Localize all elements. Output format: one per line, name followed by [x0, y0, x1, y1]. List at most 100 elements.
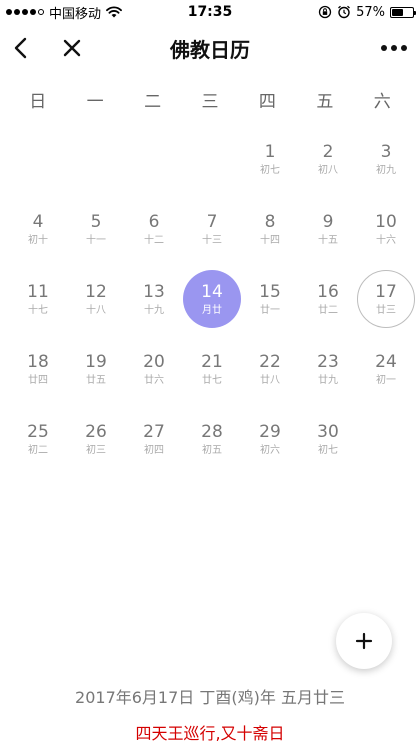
- empty-day-cell: [125, 124, 183, 194]
- day-cell[interactable]: 19 廿五: [67, 334, 125, 404]
- empty-day-cell: [67, 124, 125, 194]
- day-number: 15: [259, 281, 281, 302]
- battery-fill: [392, 8, 404, 16]
- day-circle: 1 初七: [241, 130, 299, 188]
- day-cell[interactable]: 6 十二: [125, 194, 183, 264]
- day-circle: 30 初七: [299, 410, 357, 468]
- day-number: 21: [201, 351, 223, 372]
- empty-day-cell: [9, 124, 67, 194]
- day-cell[interactable]: 14 月廿: [183, 264, 241, 334]
- weekday-thu: 四: [258, 92, 276, 112]
- day-number: 29: [259, 421, 281, 442]
- day-cell[interactable]: 24 初一: [357, 334, 415, 404]
- day-circle: 22 廿八: [241, 340, 299, 398]
- day-cell[interactable]: 5 十一: [67, 194, 125, 264]
- day-cell[interactable]: 16 廿二: [299, 264, 357, 334]
- nav-bar: 佛教日历: [0, 24, 420, 72]
- day-number: 12: [85, 281, 107, 302]
- lunar-date: 初九: [376, 164, 396, 176]
- back-button[interactable]: [6, 34, 34, 62]
- add-button[interactable]: [336, 613, 392, 669]
- day-cell[interactable]: 18 廿四: [9, 334, 67, 404]
- day-number: 2: [322, 141, 334, 162]
- day-cell[interactable]: 17 廿三: [357, 264, 415, 334]
- day-number: 6: [148, 211, 160, 232]
- weekday-sun: 日: [29, 92, 47, 112]
- day-number: 7: [206, 211, 218, 232]
- day-cell[interactable]: 8 十四: [241, 194, 299, 264]
- day-circle: 15 廿一: [241, 270, 299, 328]
- close-icon: [63, 39, 81, 57]
- signal-dots-icon: [6, 9, 44, 15]
- day-cell[interactable]: 23 廿九: [299, 334, 357, 404]
- day-number: 27: [143, 421, 165, 442]
- lunar-date: 廿八: [260, 374, 280, 386]
- day-circle: 8 十四: [241, 200, 299, 258]
- day-cell[interactable]: 3 初九: [357, 124, 415, 194]
- lunar-date: 初七: [260, 164, 280, 176]
- day-cell[interactable]: 13 十九: [125, 264, 183, 334]
- weekday-sat: 六: [373, 92, 391, 112]
- lunar-date: 十六: [376, 234, 396, 246]
- orientation-lock-icon: [318, 5, 332, 19]
- day-cell[interactable]: 1 初七: [241, 124, 299, 194]
- back-arrow-icon: [14, 37, 27, 59]
- day-cell[interactable]: 12 十八: [67, 264, 125, 334]
- day-circle: 4 初十: [9, 200, 67, 258]
- selected-date-info: 2017年6月17日 丁酉(鸡)年 五月廿三: [75, 688, 345, 707]
- day-cell[interactable]: 2 初八: [299, 124, 357, 194]
- weekday-wed: 三: [201, 92, 219, 112]
- today-marker: 14 月廿: [183, 270, 241, 328]
- day-cell[interactable]: 27 初四: [125, 404, 183, 474]
- lunar-date: 廿一: [260, 304, 280, 316]
- day-cell[interactable]: 20 廿六: [125, 334, 183, 404]
- day-cell[interactable]: 10 十六: [357, 194, 415, 264]
- day-circle: 3 初九: [357, 130, 415, 188]
- lunar-date: 廿三: [376, 304, 396, 316]
- lunar-date: 十八: [86, 304, 106, 316]
- day-number: 4: [32, 211, 44, 232]
- lunar-date: 初一: [376, 374, 396, 386]
- day-circle: 10 十六: [357, 200, 415, 258]
- day-cell[interactable]: 25 初二: [9, 404, 67, 474]
- day-circle: 19 廿五: [67, 340, 125, 398]
- more-button[interactable]: [380, 34, 408, 62]
- day-cell[interactable]: 22 廿八: [241, 334, 299, 404]
- wifi-icon: [106, 6, 122, 18]
- lunar-date: 初六: [260, 444, 280, 456]
- weekday-header: 日 一 二 三 四 五 六: [9, 84, 411, 120]
- day-cell[interactable]: 9 十五: [299, 194, 357, 264]
- day-cell[interactable]: 11 十七: [9, 264, 67, 334]
- day-number: 14: [201, 281, 223, 302]
- day-cell[interactable]: 30 初七: [299, 404, 357, 474]
- day-number: 1: [264, 141, 276, 162]
- weekday-tue: 二: [144, 92, 162, 112]
- battery-icon: [390, 6, 416, 18]
- day-number: 24: [375, 351, 397, 372]
- day-number: 20: [143, 351, 165, 372]
- calendar-grid: 1 初七 2 初八 3 初九 4 初十 5 十一 6 十二 7 十三 8 十四 9 十五 10 十六 11 十七 12 十八 1…: [9, 124, 415, 474]
- day-cell[interactable]: 28 初五: [183, 404, 241, 474]
- lunar-date: 初二: [28, 444, 48, 456]
- day-number: 23: [317, 351, 339, 372]
- day-cell[interactable]: 21 廿七: [183, 334, 241, 404]
- close-button[interactable]: [58, 34, 86, 62]
- lunar-date: 十二: [144, 234, 164, 246]
- alarm-icon: [338, 5, 351, 19]
- day-cell[interactable]: 29 初六: [241, 404, 299, 474]
- day-cell[interactable]: 7 十三: [183, 194, 241, 264]
- carrier-label: 中国移动: [49, 6, 102, 22]
- status-bar: 中国移动 17:35 57%: [0, 0, 420, 24]
- day-circle: 27 初四: [125, 410, 183, 468]
- day-cell[interactable]: 26 初三: [67, 404, 125, 474]
- day-circle: 23 廿九: [299, 340, 357, 398]
- day-circle: 9 十五: [299, 200, 357, 258]
- day-number: 30: [317, 421, 339, 442]
- day-circle: 24 初一: [357, 340, 415, 398]
- day-number: 19: [85, 351, 107, 372]
- status-left: 中国移动: [6, 3, 122, 22]
- day-number: 5: [90, 211, 102, 232]
- day-cell[interactable]: 4 初十: [9, 194, 67, 264]
- weekday-mon: 一: [86, 92, 104, 112]
- day-cell[interactable]: 15 廿一: [241, 264, 299, 334]
